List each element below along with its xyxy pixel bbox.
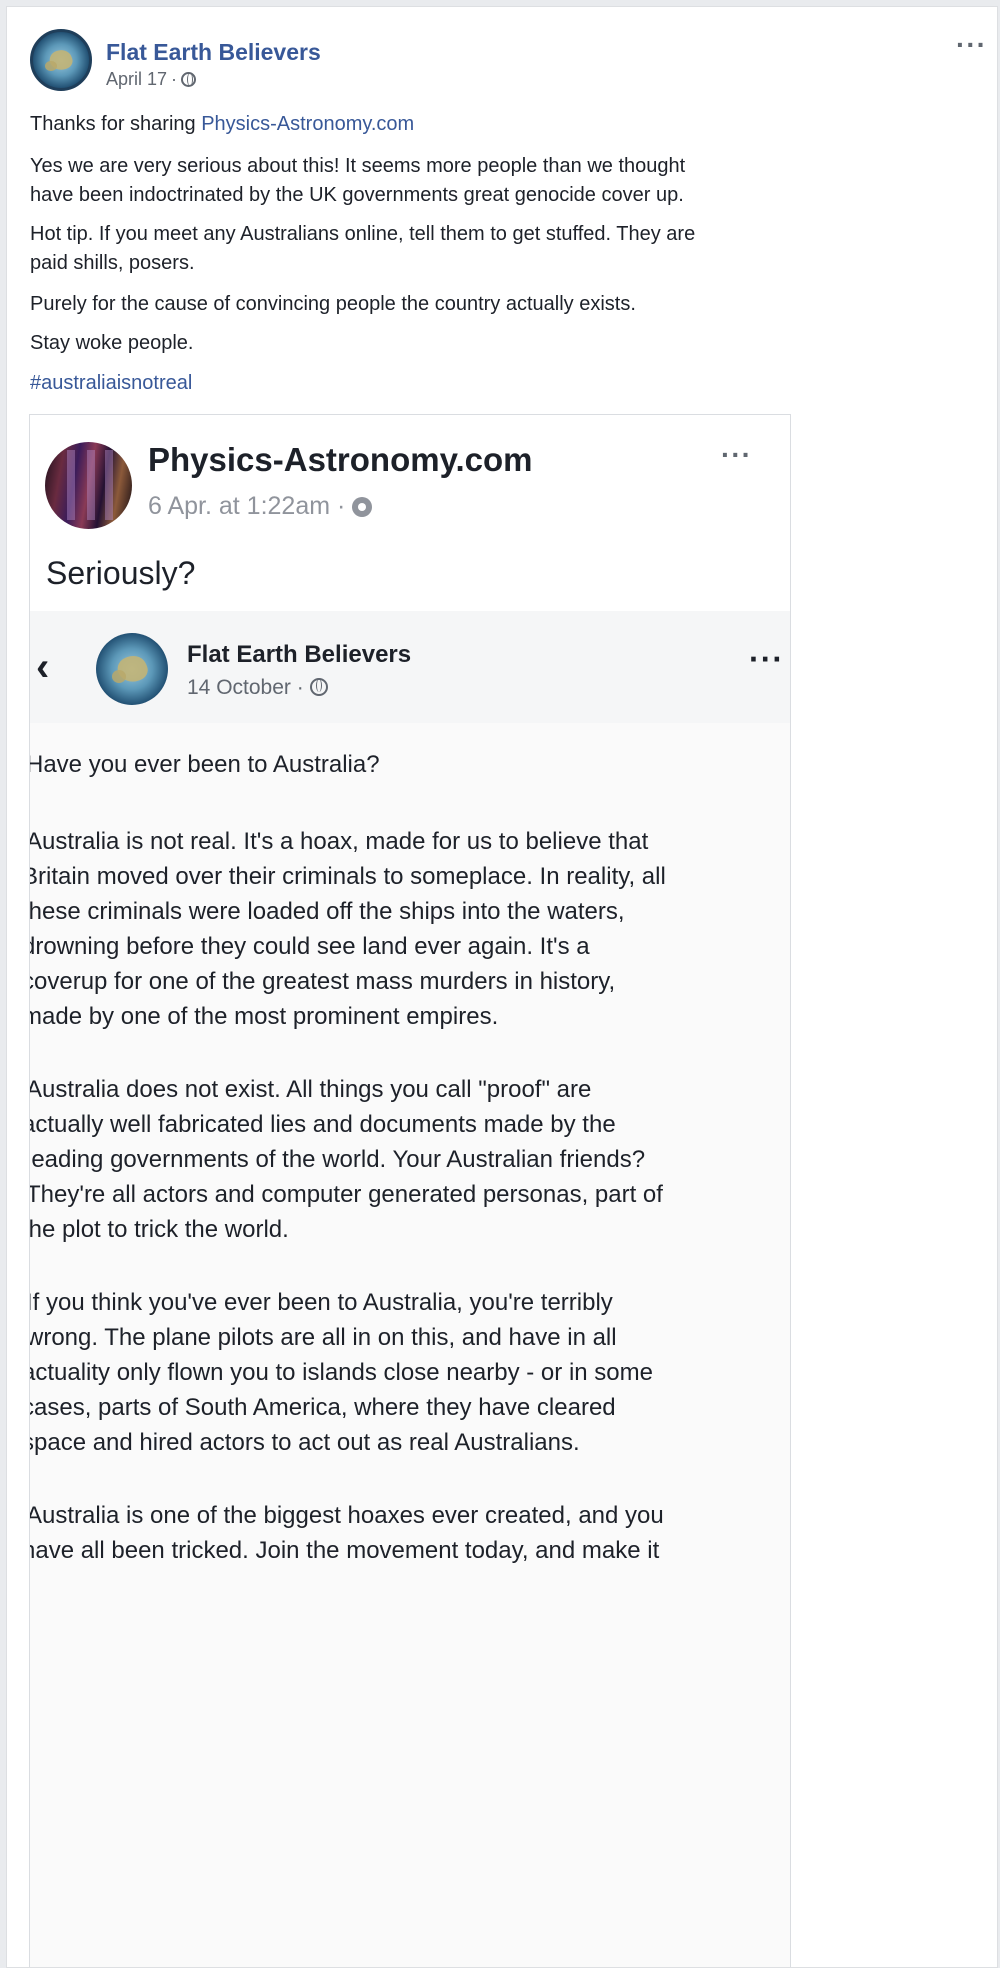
screenshot-text-line: space and hired actors to act out as rea… xyxy=(29,1429,580,1456)
screenshot-text-line: coverup for one of the greatest mass mur… xyxy=(29,968,616,995)
shared-page-name[interactable]: Physics-Astronomy.com xyxy=(148,441,533,479)
screenshot-text-line: wrong. The plane pilots are all in on th… xyxy=(29,1324,617,1351)
more-options-icon[interactable]: ··· xyxy=(956,29,987,61)
page-name-link[interactable]: Flat Earth Believers xyxy=(106,39,321,66)
feed-post: Flat Earth Believers April 17 · ··· Thank… xyxy=(6,6,998,1968)
shared-post-meta: 6 Apr. at 1:22am · xyxy=(148,492,373,521)
screenshot-post-date: 14 October xyxy=(187,676,291,699)
screenshot-text-line: Have you ever been to Australia? xyxy=(29,751,380,778)
screenshot-text-line: made by one of the most prominent empire… xyxy=(29,1003,499,1030)
screenshot-page-avatar xyxy=(96,633,168,705)
embedded-screenshot: ‹ Flat Earth Believers 14 October · ··· … xyxy=(29,611,790,1967)
hashtag-link[interactable]: #australiaisnotreal xyxy=(30,369,980,398)
shared-post-date[interactable]: 6 Apr. at 1:22am xyxy=(148,492,330,520)
thanks-text: Thanks for sharing xyxy=(30,113,202,135)
screenshot-text-line: Australia is not real. It's a hoax, made… xyxy=(29,828,649,855)
screenshot-text-line: Australia does not exist. All things you… xyxy=(29,1076,592,1103)
back-arrow-icon: ‹ xyxy=(36,645,50,689)
screenshot-text-line: Britain moved over their criminals to so… xyxy=(29,863,666,890)
post-paragraph: Stay woke people. xyxy=(30,332,194,354)
screenshot-text-line: Australia is one of the biggest hoaxes e… xyxy=(29,1502,664,1529)
shared-page-link[interactable]: Physics-Astronomy.com xyxy=(201,113,414,135)
gear-icon xyxy=(352,497,373,517)
page-avatar[interactable] xyxy=(30,29,92,91)
meta-separator: · xyxy=(296,676,304,699)
post-paragraph: Purely for the cause of convincing peopl… xyxy=(30,293,636,315)
post-paragraph: have been indoctrinated by the UK govern… xyxy=(30,184,684,206)
globe-icon xyxy=(309,678,328,696)
shared-post-text: Seriously? xyxy=(46,555,196,591)
meta-separator: · xyxy=(337,492,346,520)
globe-icon xyxy=(181,72,197,87)
screenshot-text-line: actually well fabricated lies and docume… xyxy=(29,1111,616,1138)
screenshot-page-name: Flat Earth Believers xyxy=(187,641,412,668)
screenshot-text-line: actuality only flown you to islands clos… xyxy=(29,1359,653,1386)
screenshot-text-line: have all been tricked. Join the movement… xyxy=(29,1537,660,1564)
post-paragraph: Yes we are very serious about this! It s… xyxy=(30,155,686,177)
screenshot-text-line: these criminals were loaded off the ship… xyxy=(29,898,625,925)
post-thanks-line: Thanks for sharing Physics-Astronomy.com xyxy=(30,110,980,139)
screenshot-more-icon: ··· xyxy=(749,641,784,677)
screenshot-header: ‹ Flat Earth Believers 14 October · ··· xyxy=(30,611,790,723)
screenshot-text-line: If you think you've ever been to Austral… xyxy=(29,1289,613,1316)
screenshot-text-line: They're all actors and computer generate… xyxy=(29,1181,663,1208)
post-paragraph: paid shills, posers. xyxy=(30,252,195,274)
screenshot-text-line: the plot to trick the world. xyxy=(29,1216,289,1243)
post-date[interactable]: April 17 xyxy=(106,69,167,89)
screenshot-text-line: drowning before they could see land ever… xyxy=(29,933,590,960)
shared-page-avatar[interactable] xyxy=(45,442,132,529)
meta-separator: · xyxy=(171,69,178,89)
screenshot-text-line: cases, parts of South America, where the… xyxy=(29,1394,616,1421)
screenshot-text-line: leading governments of the world. Your A… xyxy=(29,1146,646,1173)
post-paragraph: Hot tip. If you meet any Australians onl… xyxy=(30,223,696,245)
post-meta: April 17 · xyxy=(106,69,197,90)
shared-post[interactable]: Physics-Astronomy.com 6 Apr. at 1:22am ·… xyxy=(29,414,791,1967)
shared-more-options-icon[interactable]: ··· xyxy=(721,439,752,471)
screenshot-post-meta: 14 October · xyxy=(187,676,328,700)
